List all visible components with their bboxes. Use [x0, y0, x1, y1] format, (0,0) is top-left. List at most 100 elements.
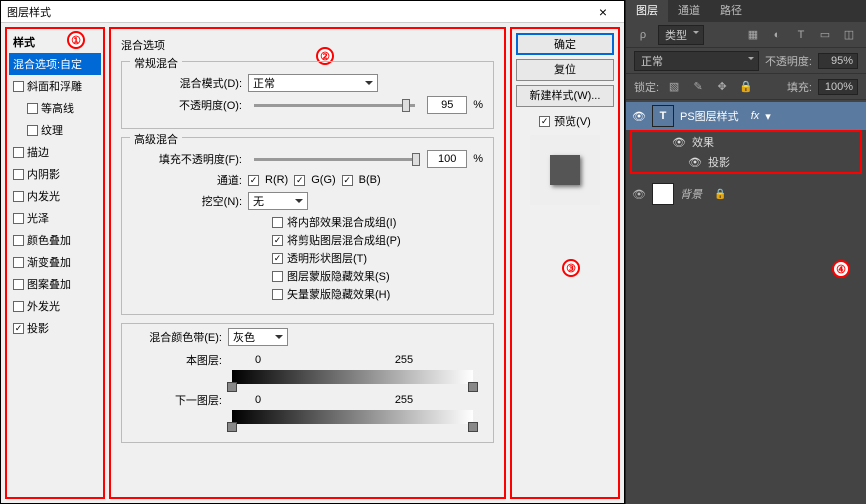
panel-opacity-label: 不透明度: — [765, 53, 812, 69]
style-inner-shadow[interactable]: 内阴影 — [9, 163, 101, 185]
layer-mask-check[interactable] — [272, 271, 283, 282]
panel-tabs: 图层 通道 路径 — [626, 0, 866, 22]
under-layer-gradient[interactable] — [232, 410, 473, 424]
blend-mode-label: 混合模式(D): — [132, 75, 242, 91]
blend-if-select[interactable]: 灰色 — [228, 328, 288, 346]
style-gradient-overlay[interactable]: 渐变叠加 — [9, 251, 101, 273]
blend-if-group: 混合颜色带(E): 灰色 本图层: 0 255 下一图层: 0 255 — [121, 323, 494, 443]
titlebar: 图层样式 × — [1, 1, 624, 23]
fill-opacity-label: 填充不透明度(F): — [132, 151, 242, 167]
styles-list-column: ① 样式 混合选项:自定 斜面和浮雕 等高线 纹理 描边 内阴影 内发光 光泽 … — [5, 27, 105, 499]
lock-all-icon[interactable]: 🔒 — [737, 78, 755, 96]
preview-check[interactable] — [539, 116, 550, 127]
annotation-3: ③ — [562, 259, 580, 277]
knockout-label: 挖空(N): — [132, 193, 242, 209]
effects-row[interactable]: 👁 效果 — [632, 132, 860, 152]
eye-icon[interactable]: 👁 — [688, 156, 702, 169]
styles-header: 样式 — [9, 31, 101, 53]
chevron-down-icon[interactable]: ▾ — [765, 110, 771, 123]
layers-panel: 图层 通道 路径 ρ 类型 ▦ ◐ T ▭ ◫ 正常 不透明度: 95% 锁定:… — [625, 0, 866, 504]
buttons-column: 确定 复位 新建样式(W)... 预览(V) ③ — [510, 27, 620, 499]
lock-position-icon[interactable]: ✥ — [713, 78, 731, 96]
layer-style-dialog: 图层样式 × ① 样式 混合选项:自定 斜面和浮雕 等高线 纹理 描边 内阴影 … — [0, 0, 625, 504]
lock-icon: 🔒 — [714, 189, 726, 200]
channel-b-check[interactable] — [342, 175, 353, 186]
fill-opacity-slider[interactable] — [254, 158, 415, 161]
reset-button[interactable]: 复位 — [516, 59, 614, 81]
style-pattern-overlay[interactable]: 图案叠加 — [9, 273, 101, 295]
options-title: 混合选项 — [121, 35, 494, 57]
bg-layer-thumb — [652, 183, 674, 205]
dialog-title: 图层样式 — [7, 4, 588, 20]
lock-transparency-icon[interactable]: ▧ — [665, 78, 683, 96]
style-satin[interactable]: 光泽 — [9, 207, 101, 229]
layer-background[interactable]: 👁 背景 🔒 — [626, 180, 866, 208]
blend-clipped-check[interactable] — [272, 235, 283, 246]
filter-adjust-icon[interactable]: ◐ — [768, 26, 786, 44]
layer-name: PS图层样式 — [680, 108, 739, 124]
layers-list: 👁 T PS图层样式 fx ▾ ④ 👁 效果 👁 投影 👁 背景 🔒 — [626, 100, 866, 504]
layer-name: 背景 — [680, 186, 702, 202]
fill-label: 填充: — [787, 79, 812, 95]
preview-label: 预览(V) — [554, 113, 591, 129]
advanced-blend-group: 高级混合 填充不透明度(F): 100 % 通道: R(R) G(G) B(B)… — [121, 137, 494, 315]
tab-channels[interactable]: 通道 — [668, 0, 710, 22]
lock-paint-icon[interactable]: ✎ — [689, 78, 707, 96]
advanced-legend: 高级混合 — [130, 131, 182, 147]
style-outer-glow[interactable]: 外发光 — [9, 295, 101, 317]
drop-shadow-row[interactable]: 👁 投影 — [632, 152, 860, 172]
tab-paths[interactable]: 路径 — [710, 0, 752, 22]
under-layer-label: 下一图层: — [132, 392, 222, 408]
new-style-button[interactable]: 新建样式(W)... — [516, 85, 614, 107]
channel-r-check[interactable] — [248, 175, 259, 186]
general-legend: 常规混合 — [130, 55, 182, 71]
knockout-select[interactable]: 无 — [248, 192, 308, 210]
blend-mode-select[interactable]: 正常 — [248, 74, 378, 92]
close-icon[interactable]: × — [588, 4, 618, 20]
type-layer-thumb: T — [652, 105, 674, 127]
style-drop-shadow[interactable]: 投影 — [9, 317, 101, 339]
channel-g-check[interactable] — [294, 175, 305, 186]
eye-icon[interactable]: 👁 — [632, 110, 646, 123]
blend-if-label: 混合颜色带(E): — [132, 329, 222, 345]
vector-mask-check[interactable] — [272, 289, 283, 300]
style-blend-options[interactable]: 混合选项:自定 — [9, 53, 101, 75]
style-texture[interactable]: 纹理 — [9, 119, 101, 141]
filter-smart-icon[interactable]: ◫ — [840, 26, 858, 44]
eye-icon[interactable]: 👁 — [672, 136, 686, 149]
filter-type-icon[interactable]: T — [792, 26, 810, 44]
annotation-1: ① — [67, 31, 85, 49]
this-layer-label: 本图层: — [132, 352, 222, 368]
eye-icon[interactable]: 👁 — [632, 188, 646, 201]
style-color-overlay[interactable]: 颜色叠加 — [9, 229, 101, 251]
lock-label: 锁定: — [634, 79, 659, 95]
fx-badge[interactable]: fx — [751, 110, 760, 122]
channel-label: 通道: — [132, 172, 242, 188]
style-contour[interactable]: 等高线 — [9, 97, 101, 119]
style-inner-glow[interactable]: 内发光 — [9, 185, 101, 207]
opacity-label: 不透明度(O): — [132, 97, 242, 113]
effects-group: ④ 👁 效果 👁 投影 — [630, 130, 862, 174]
general-blend-group: 常规混合 混合模式(D): 正常 不透明度(O): 95 % — [121, 61, 494, 129]
filter-image-icon[interactable]: ▦ — [744, 26, 762, 44]
layer-text[interactable]: 👁 T PS图层样式 fx ▾ — [626, 102, 866, 130]
annotation-4: ④ — [832, 260, 850, 278]
blend-mode-panel-select[interactable]: 正常 — [634, 51, 759, 71]
tab-layers[interactable]: 图层 — [626, 0, 668, 22]
fill-opacity-value[interactable]: 100 — [427, 150, 467, 168]
ok-button[interactable]: 确定 — [516, 33, 614, 55]
style-bevel[interactable]: 斜面和浮雕 — [9, 75, 101, 97]
this-layer-gradient[interactable] — [232, 370, 473, 384]
opacity-value[interactable]: 95 — [427, 96, 467, 114]
search-icon[interactable]: ρ — [634, 26, 652, 44]
preview-swatch — [530, 135, 600, 205]
transparency-check[interactable] — [272, 253, 283, 264]
filter-shape-icon[interactable]: ▭ — [816, 26, 834, 44]
style-stroke[interactable]: 描边 — [9, 141, 101, 163]
opacity-slider[interactable] — [254, 104, 415, 107]
panel-fill-value[interactable]: 100% — [818, 79, 858, 95]
panel-opacity-value[interactable]: 95% — [818, 53, 858, 69]
options-column: ② 混合选项 常规混合 混合模式(D): 正常 不透明度(O): 95 % 高级… — [109, 27, 506, 499]
filter-kind-select[interactable]: 类型 — [658, 25, 704, 45]
blend-interior-check[interactable] — [272, 217, 283, 228]
